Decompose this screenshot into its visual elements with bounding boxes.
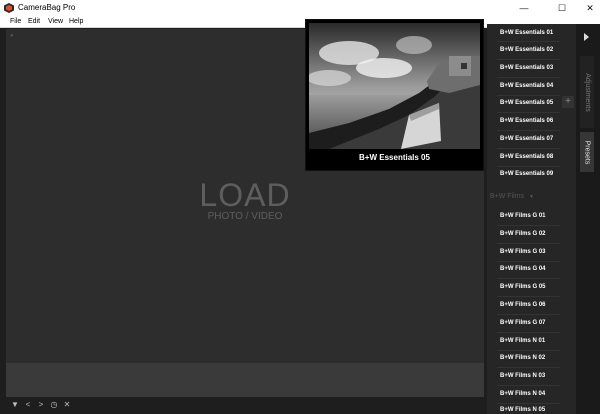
minimize-button[interactable]: — xyxy=(510,0,538,16)
preset-item[interactable]: B+W Essentials 02 xyxy=(500,47,553,54)
close-icon[interactable]: ✕ xyxy=(62,399,72,411)
presets-list[interactable]: B+W Essentials 01 B+W Essentials 02 B+W … xyxy=(487,24,576,414)
title-bar[interactable]: CameraBag Pro — ☐ ✕ xyxy=(0,0,600,16)
menu-file[interactable]: File xyxy=(10,17,21,27)
preset-item[interactable]: B+W Films G 04 xyxy=(500,266,546,273)
preset-divider xyxy=(497,130,560,131)
preset-divider xyxy=(497,296,560,297)
group-header-label: B+W Films xyxy=(490,193,525,200)
menu-edit[interactable]: Edit xyxy=(28,17,40,27)
preset-divider xyxy=(497,95,560,96)
preset-item[interactable]: B+W Films G 05 xyxy=(500,284,546,291)
preset-item[interactable]: B+W Films N 05 xyxy=(500,407,545,414)
preset-divider xyxy=(497,385,560,386)
app-window: CameraBag Pro — ☐ ✕ File Edit View Help … xyxy=(0,0,600,414)
menu-view[interactable]: View xyxy=(48,17,63,27)
preset-divider xyxy=(497,112,560,113)
preset-item[interactable]: B+W Films G 02 xyxy=(500,231,546,238)
preset-item[interactable]: B+W Films N 03 xyxy=(500,373,545,380)
preset-divider xyxy=(497,367,560,368)
preset-item[interactable]: B+W Films G 07 xyxy=(500,320,546,327)
chevron-down-icon: ▼ xyxy=(529,194,534,200)
preview-thumbnail xyxy=(309,23,480,149)
camerabag-logo-icon xyxy=(4,3,14,13)
preset-divider xyxy=(497,278,560,279)
preset-item[interactable]: B+W Essentials 04 xyxy=(500,83,553,90)
preset-item[interactable]: B+W Essentials 09 xyxy=(500,171,553,178)
timer-icon[interactable]: ◷ xyxy=(49,399,59,411)
preset-item[interactable]: B+W Films G 03 xyxy=(500,249,546,256)
preset-divider xyxy=(497,332,560,333)
preset-divider xyxy=(497,350,560,351)
filmstrip-panel[interactable] xyxy=(6,363,484,397)
preset-item[interactable]: B+W Essentials 06 xyxy=(500,118,553,125)
maximize-button[interactable]: ☐ xyxy=(548,0,576,16)
preset-item[interactable]: B+W Essentials 08 xyxy=(500,154,553,161)
load-subtitle: PHOTO / VIDEO xyxy=(207,211,283,222)
preset-divider xyxy=(497,59,560,60)
preset-item[interactable]: B+W Films N 01 xyxy=(500,338,545,345)
preset-divider xyxy=(497,41,560,42)
filter-icon[interactable]: ▼ xyxy=(10,399,20,411)
add-preset-button[interactable]: + xyxy=(562,96,574,108)
tab-presets[interactable]: Presets xyxy=(580,132,594,172)
preset-item[interactable]: B+W Essentials 01 xyxy=(500,30,553,37)
close-window-button[interactable]: ✕ xyxy=(576,0,600,16)
preview-label: B+W Essentials 05 xyxy=(359,153,430,162)
preset-divider xyxy=(497,77,560,78)
preset-divider xyxy=(497,261,560,262)
load-title: LOAD xyxy=(199,177,291,213)
bottom-toolbar: ▼ < > ◷ ✕ xyxy=(0,397,490,414)
preset-divider xyxy=(497,314,560,315)
preset-item[interactable]: B+W Films G 01 xyxy=(500,213,546,220)
canvas-handle-icon: ● xyxy=(10,33,14,39)
preset-item-selected[interactable]: B+W Essentials 05 xyxy=(500,100,553,107)
preset-divider xyxy=(497,166,560,167)
window-title: CameraBag Pro xyxy=(18,3,76,12)
preset-item[interactable]: B+W Essentials 03 xyxy=(500,65,553,72)
preset-item[interactable]: B+W Essentials 07 xyxy=(500,136,553,143)
preset-item[interactable]: B+W Films N 04 xyxy=(500,391,545,398)
side-tab-bar: Adjustments Presets xyxy=(576,24,600,414)
tab-adjustments-label: Adjustments xyxy=(583,72,591,112)
preset-group-header[interactable]: B+W Films ▼ xyxy=(490,193,534,201)
prev-icon[interactable]: < xyxy=(23,399,33,411)
preset-divider xyxy=(497,148,560,149)
preset-divider xyxy=(497,403,560,404)
preset-item[interactable]: B+W Films N 02 xyxy=(500,355,545,362)
preset-preview-popup: B+W Essentials 05 xyxy=(305,19,484,171)
preset-divider xyxy=(497,225,560,226)
tab-presets-label: Presets xyxy=(583,140,591,164)
preset-divider xyxy=(497,243,560,244)
tab-adjustments[interactable]: Adjustments xyxy=(580,56,594,128)
next-icon[interactable]: > xyxy=(36,399,46,411)
play-icon[interactable] xyxy=(584,33,589,41)
menu-help[interactable]: Help xyxy=(69,17,83,27)
preset-item[interactable]: B+W Films G 06 xyxy=(500,302,546,309)
